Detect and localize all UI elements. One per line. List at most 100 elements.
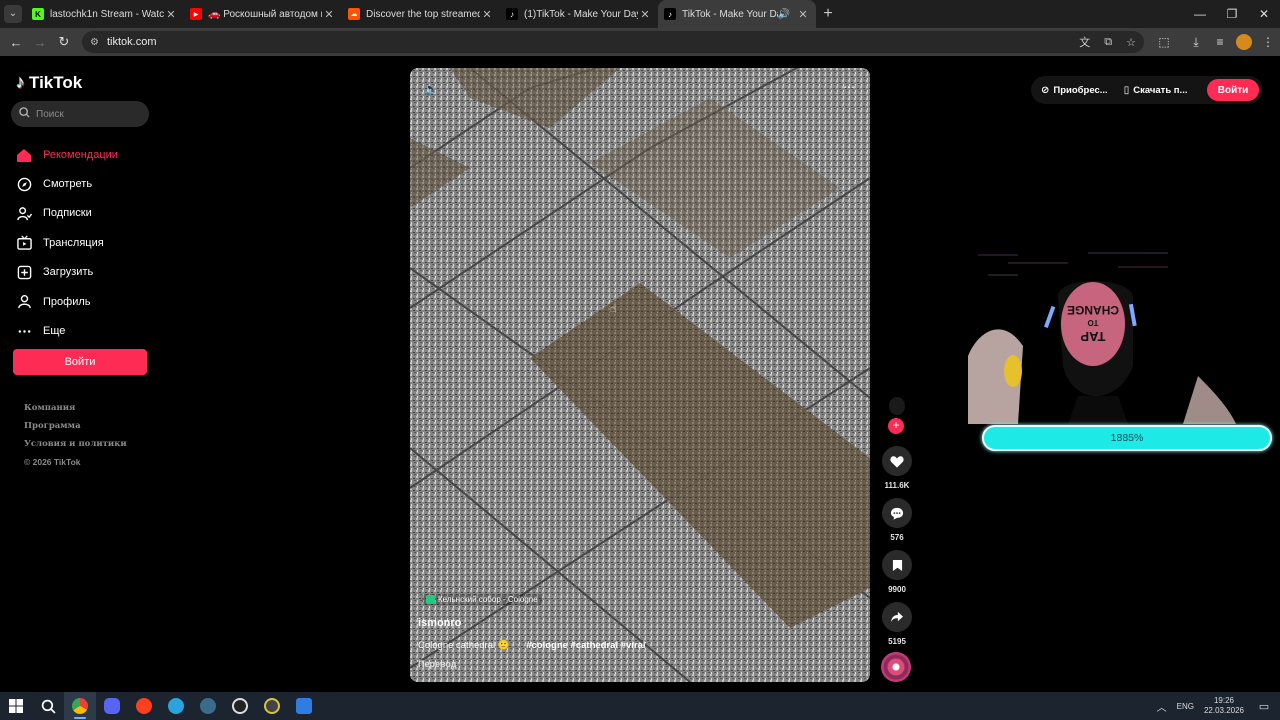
translate-icon[interactable]: 文 — [1079, 34, 1090, 50]
search-placeholder: Поиск — [36, 108, 64, 120]
clock[interactable]: 19:26 22.03.2026 — [1204, 696, 1244, 716]
sidebar-item-more[interactable]: Еще — [16, 316, 118, 345]
back-icon[interactable]: ← — [4, 28, 28, 56]
translate-link[interactable]: Перевод — [418, 659, 456, 669]
close-icon[interactable]: ✕ — [164, 8, 178, 21]
sidebar-item-explore[interactable]: Смотреть — [16, 169, 118, 198]
tab-kick[interactable]: K lastochk1n Stream - Watch Live ✕ — [26, 0, 184, 28]
creator-avatar[interactable] — [881, 396, 911, 420]
soundcloud-favicon-icon: ☁ — [348, 8, 360, 20]
sidebar-item-label: Еще — [43, 325, 66, 338]
sidebar-item-profile[interactable]: Профиль — [16, 287, 118, 316]
close-icon[interactable]: ✕ — [638, 8, 652, 21]
tiktok-note-icon: ♪ — [16, 72, 25, 92]
close-icon[interactable]: ✕ — [480, 8, 494, 21]
minimize-icon[interactable]: — — [1184, 0, 1216, 28]
audio-playing-icon[interactable]: 🔊 — [778, 9, 790, 20]
music-disc-icon[interactable] — [881, 652, 911, 682]
follow-plus-button[interactable]: + — [888, 418, 904, 434]
tab-youtube[interactable]: ▶ 🚗 Роскошный автодом кемп... ✕ — [184, 0, 342, 28]
app-globe-icon[interactable] — [192, 692, 224, 720]
notifications-icon[interactable]: ▭ — [1254, 700, 1274, 713]
volume-icon[interactable]: 🔈 — [424, 82, 439, 96]
comment-action[interactable]: 576 — [881, 498, 913, 542]
sidebar-item-recommendations[interactable]: Рекомендации — [16, 140, 118, 169]
user-follow-icon — [16, 205, 32, 221]
clock-time: 19:26 — [1213, 696, 1234, 705]
sidebar-login-button[interactable]: Войти — [13, 349, 147, 375]
compass-icon — [16, 176, 32, 192]
obs-icon[interactable] — [224, 692, 256, 720]
restore-icon[interactable]: ❐ — [1216, 0, 1248, 28]
tab-soundcloud[interactable]: ☁ Discover the top streamed mus... ✕ — [342, 0, 500, 28]
download-app-button[interactable]: ▯ Скачать п... — [1124, 85, 1188, 96]
footer-copyright: © 2026 TikTok — [24, 457, 81, 467]
close-icon[interactable]: ✕ — [322, 8, 336, 21]
video-frame-pavement — [410, 68, 870, 682]
tab-title: Discover the top streamed mus... — [366, 8, 480, 20]
bookmark-star-icon[interactable]: ☆ — [1126, 36, 1136, 49]
tab-tiktok-active[interactable]: ♪ TikTok - Make Your Day 🔊 ✕ — [658, 0, 816, 28]
site-info-icon[interactable]: ⚙ — [90, 37, 99, 48]
tab-tiktok-1[interactable]: ♪ (1)TikTok - Make Your Day ✕ — [500, 0, 658, 28]
windows-start-icon[interactable] — [0, 692, 32, 720]
comment-icon[interactable] — [882, 498, 912, 528]
new-tab-button[interactable]: + — [816, 5, 840, 23]
forward-icon[interactable]: → — [28, 28, 52, 56]
cast-icon[interactable]: ⧉ — [1104, 36, 1112, 49]
download-icon[interactable]: ⤓ — [1184, 35, 1208, 50]
reload-icon[interactable]: ↻ — [52, 28, 76, 56]
app-blue-icon[interactable] — [288, 692, 320, 720]
discord-icon[interactable] — [96, 692, 128, 720]
caption-hashtags[interactable]: #cologne #cathedral #viral — [526, 640, 645, 651]
goal-progress-bar: 1885% — [982, 425, 1272, 451]
search-input[interactable]: Поиск — [11, 101, 149, 127]
extensions-icon[interactable]: ⬚ — [1152, 35, 1176, 49]
app-gauge-icon[interactable] — [256, 692, 288, 720]
get-coins-button[interactable]: ⊘ Приобрес... — [1041, 85, 1108, 96]
share-action[interactable]: 5195 — [881, 602, 913, 646]
telegram-icon[interactable] — [160, 692, 192, 720]
tab-title: 🚗 Роскошный автодом кемп... — [208, 8, 322, 20]
close-window-icon[interactable]: ✕ — [1248, 0, 1280, 28]
video-player[interactable]: 🔈 ⋯ ☝ Кельнский собор - Cologne ismonro … — [410, 68, 870, 682]
location-pin-icon — [426, 595, 435, 604]
bookmark-icon[interactable] — [882, 550, 912, 580]
profile-avatar-icon[interactable] — [1232, 34, 1256, 50]
top-login-button[interactable]: Войти — [1207, 79, 1259, 101]
system-tray: ︿ ENG 19:26 22.03.2026 ▭ — [1157, 692, 1280, 720]
tab-search-button[interactable]: ⌄ — [0, 0, 26, 28]
save-action[interactable]: 9900 — [881, 550, 913, 594]
video-caption: Cologne cathedral 🙂 #cologne #cathedral … — [418, 640, 646, 651]
heart-icon[interactable] — [882, 446, 912, 476]
video-author[interactable]: ismonro — [418, 617, 461, 629]
save-count: 9900 — [888, 585, 906, 594]
windows-taskbar: ︿ ENG 19:26 22.03.2026 ▭ — [0, 692, 1280, 720]
like-count: 111.6K — [884, 481, 910, 490]
language-indicator[interactable]: ENG — [1177, 702, 1194, 711]
chrome-icon[interactable] — [64, 692, 96, 720]
location-tag[interactable]: Кельнский собор - Cologne — [422, 594, 542, 605]
like-action[interactable]: 111.6K — [881, 446, 913, 490]
sidebar-item-upload[interactable]: Загрузить — [16, 258, 118, 287]
search-icon[interactable] — [32, 692, 64, 720]
footer-link-program[interactable]: Программа — [24, 421, 127, 439]
media-control-icon[interactable]: ≡ — [1208, 35, 1232, 49]
address-bar[interactable]: ⚙ tiktok.com 文 ⧉ ☆ — [82, 31, 1144, 53]
tiktok-logo[interactable]: ♪ TikTok — [16, 72, 82, 93]
tray-chevron-icon[interactable]: ︿ — [1157, 699, 1167, 714]
sidebar-item-label: Подписки — [43, 207, 92, 220]
tiktok-favicon-icon: ♪ — [506, 8, 518, 20]
live-tv-icon — [16, 235, 32, 251]
close-icon[interactable]: ✕ — [796, 8, 810, 21]
share-icon[interactable] — [882, 602, 912, 632]
browser-menu-icon[interactable]: ⋮ — [1256, 35, 1280, 49]
more-options-icon[interactable]: ⋯ — [843, 80, 856, 94]
yandex-icon[interactable] — [128, 692, 160, 720]
upload-icon — [16, 264, 32, 280]
home-icon — [16, 147, 32, 163]
footer-link-terms[interactable]: Условия и политики — [24, 439, 127, 457]
sidebar-item-live[interactable]: Трансляция — [16, 228, 118, 257]
sidebar-item-following[interactable]: Подписки — [16, 199, 118, 228]
footer-link-company[interactable]: Компания — [24, 403, 127, 421]
